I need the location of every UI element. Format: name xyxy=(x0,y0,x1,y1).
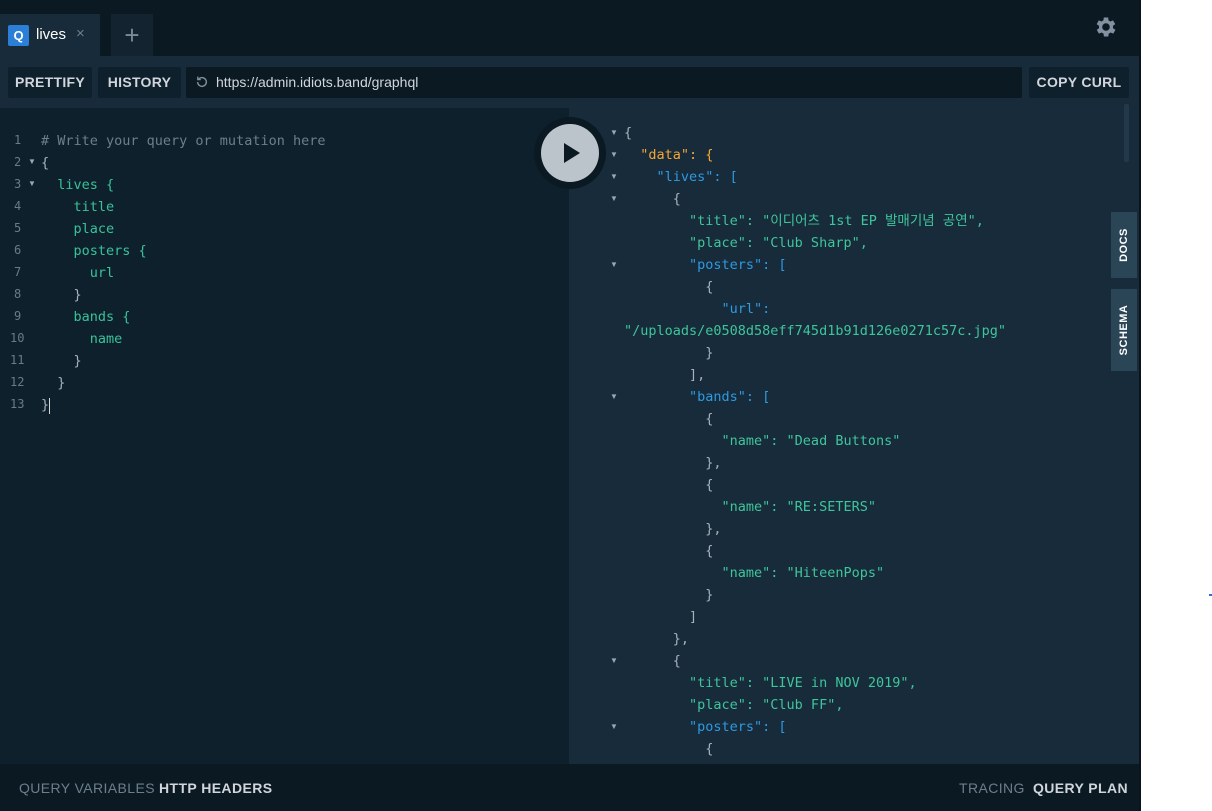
result-line: "/uploads/e0508d58eff745d1b91d126e0271c5… xyxy=(624,323,1007,339)
toolbar: PRETTIFY HISTORY https://admin.idiots.ba… xyxy=(0,56,1139,108)
line-number: 10 xyxy=(10,331,25,345)
code-line: } xyxy=(41,375,66,391)
refresh-icon[interactable] xyxy=(195,75,209,89)
code-line: posters { xyxy=(41,243,147,259)
query-plan-tab[interactable]: QUERY PLAN xyxy=(1033,780,1128,796)
result-line: ], xyxy=(624,367,706,383)
fold-arrow-icon[interactable]: ▼ xyxy=(610,122,618,144)
result-line: { xyxy=(624,653,681,669)
close-icon[interactable]: × xyxy=(76,25,85,42)
code-line: } xyxy=(41,353,82,369)
result-line: "title": "LIVE in NOV 2019", xyxy=(624,675,917,691)
query-variables-tab[interactable]: QUERY VARIABLES xyxy=(19,780,155,796)
fold-arrow-icon[interactable]: ▼ xyxy=(610,166,618,188)
fold-arrow-icon[interactable]: ▼ xyxy=(610,144,618,166)
tracing-tab[interactable]: TRACING xyxy=(959,780,1025,796)
endpoint-input[interactable]: https://admin.idiots.band/graphql xyxy=(186,67,1022,98)
result-line: } xyxy=(624,345,714,361)
code-line: title xyxy=(41,199,115,215)
code-line: place xyxy=(41,221,115,237)
fold-arrow-icon[interactable]: ▼ xyxy=(610,254,618,276)
fold-arrow-icon[interactable]: ▼ xyxy=(28,151,36,173)
result-line: ] xyxy=(624,609,698,625)
line-number: 12 xyxy=(10,375,25,389)
code-line: name xyxy=(41,331,123,347)
result-line: { xyxy=(624,279,714,295)
line-number: 7 xyxy=(14,265,22,279)
code-line: url xyxy=(41,265,115,281)
fold-arrow-icon[interactable]: ▼ xyxy=(610,716,618,738)
line-number: 5 xyxy=(14,221,22,235)
code-line: { xyxy=(41,155,50,171)
result-line: "name": "RE:SETERS" xyxy=(624,499,876,515)
run-button[interactable] xyxy=(534,117,606,189)
query-badge: Q xyxy=(8,25,29,46)
result-line: "name": "HiteenPops" xyxy=(624,565,885,581)
window-edge xyxy=(1139,0,1141,811)
code-line: # Write your query or mutation here xyxy=(41,133,326,149)
result-line: { xyxy=(624,741,714,757)
line-number: 3 xyxy=(14,177,22,191)
history-button[interactable]: HISTORY xyxy=(98,67,181,98)
line-number: 13 xyxy=(10,397,25,411)
code-line: lives { xyxy=(41,177,115,193)
tab-lives[interactable]: Q lives × xyxy=(0,14,100,56)
prettify-button[interactable]: PRETTIFY xyxy=(8,67,92,98)
result-line: { xyxy=(624,191,681,207)
line-number: 6 xyxy=(14,243,22,257)
result-line: { xyxy=(624,477,714,493)
play-icon xyxy=(564,143,580,163)
result-panel[interactable]: ▼ ▼ ▼ ▼ ▼ ▼ ▼ ▼ { "data": { "lives": [ {… xyxy=(569,108,1139,764)
add-tab-button[interactable]: + xyxy=(111,14,153,56)
query-editor[interactable]: 1 2 3 4 5 6 7 8 9 10 11 12 13 ▼ ▼ # Writ… xyxy=(0,108,569,764)
result-line: "place": "Club Sharp", xyxy=(624,235,868,251)
line-number: 11 xyxy=(10,353,25,367)
run-button-face xyxy=(541,124,599,182)
line-number: 8 xyxy=(14,287,22,301)
tab-label: lives xyxy=(36,26,67,43)
footer-bar: QUERY VARIABLES HTTP HEADERS TRACING QUE… xyxy=(0,764,1139,811)
gear-icon[interactable] xyxy=(1093,14,1119,40)
result-line: "posters": [ xyxy=(624,719,787,735)
result-line: "title": "이디어츠 1st EP 발매기념 공연", xyxy=(624,213,984,229)
result-line: "url": xyxy=(624,301,771,317)
copy-curl-button[interactable]: COPY CURL xyxy=(1029,67,1129,98)
line-number: 2 xyxy=(14,155,22,169)
code-line: bands { xyxy=(41,309,131,325)
code-line: } xyxy=(41,287,82,303)
result-line: "place": "Club FF", xyxy=(624,697,844,713)
result-line: }, xyxy=(624,631,690,647)
fold-arrow-icon[interactable]: ▼ xyxy=(610,650,618,672)
schema-tab[interactable]: SCHEMA xyxy=(1111,289,1137,371)
text-cursor xyxy=(49,398,50,414)
tab-bar: Q lives × + xyxy=(0,0,1139,56)
fold-arrow-icon[interactable]: ▼ xyxy=(610,188,618,210)
http-headers-tab[interactable]: HTTP HEADERS xyxy=(159,780,272,796)
line-number: 4 xyxy=(14,199,22,213)
docs-tab[interactable]: DOCS xyxy=(1111,212,1137,278)
code-line: } xyxy=(41,397,50,413)
schema-tab-label: SCHEMA xyxy=(1118,304,1130,356)
result-line: { xyxy=(624,125,633,141)
fold-arrow-icon[interactable]: ▼ xyxy=(610,386,618,408)
result-line: } xyxy=(624,587,714,603)
result-line: "posters": [ xyxy=(624,257,787,273)
fold-arrow-icon[interactable]: ▼ xyxy=(28,173,36,195)
docs-tab-label: DOCS xyxy=(1118,228,1130,262)
result-line: "name": "Dead Buttons" xyxy=(624,433,901,449)
result-line: "lives": [ xyxy=(624,169,738,185)
line-number: 1 xyxy=(14,133,22,147)
result-line: }, xyxy=(624,455,722,471)
result-line: "data": { xyxy=(624,147,714,163)
result-line: { xyxy=(624,411,714,427)
result-line: "bands": [ xyxy=(624,389,771,405)
result-line: { xyxy=(624,543,714,559)
result-line: }, xyxy=(624,521,722,537)
graphql-playground: Q lives × + PRETTIFY HISTORY https://adm… xyxy=(0,0,1139,811)
result-scrollbar[interactable] xyxy=(1124,104,1129,162)
endpoint-url: https://admin.idiots.band/graphql xyxy=(216,74,419,90)
line-number: 9 xyxy=(14,309,22,323)
